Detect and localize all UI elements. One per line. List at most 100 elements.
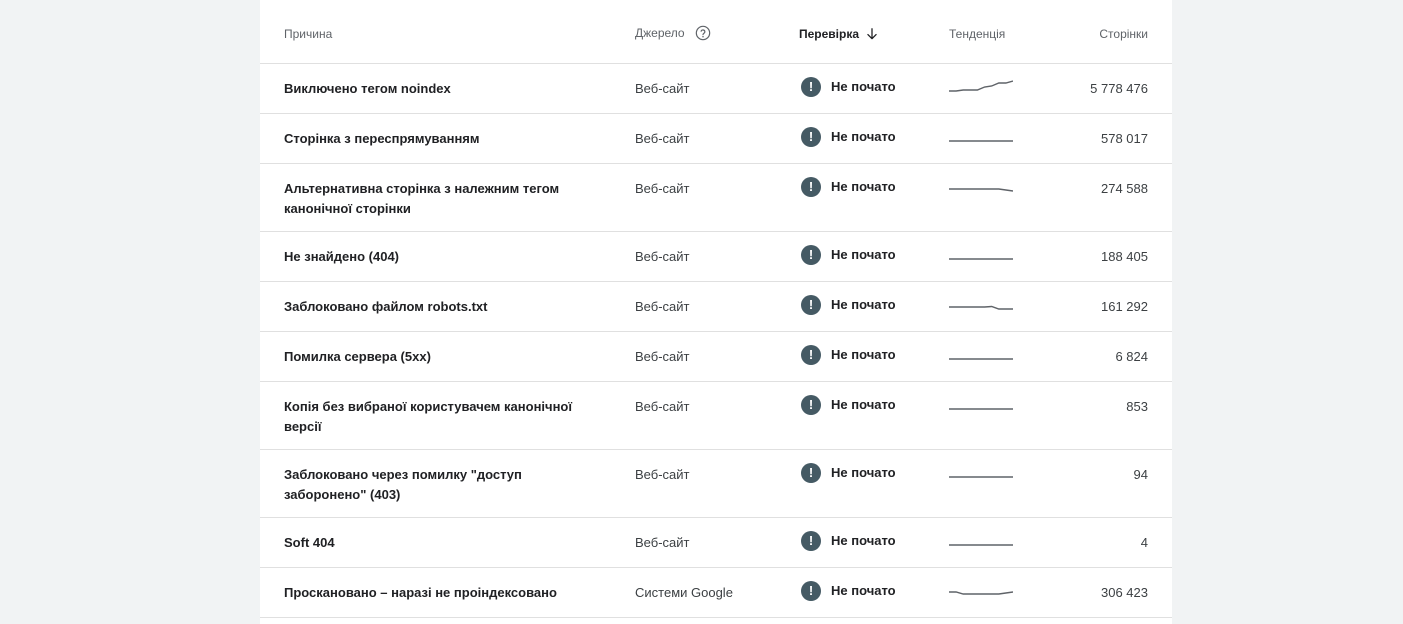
status-label: Не почато — [831, 297, 896, 312]
status-cell: ! Не почато — [801, 345, 896, 365]
table-row[interactable]: Проскановано – наразі не проіндексовано С… — [260, 568, 1172, 618]
column-header-pages[interactable]: Сторінки — [1099, 27, 1148, 41]
arrow-down-icon — [867, 28, 877, 40]
source-cell: Системи Google — [635, 585, 733, 600]
sparkline-chart — [949, 544, 1013, 546]
sparkline-line — [949, 305, 1013, 310]
help-circle-icon[interactable] — [695, 25, 711, 41]
source-cell: Веб-сайт — [635, 81, 690, 96]
exclamation-icon: ! — [801, 463, 821, 483]
table-row[interactable]: Копія без вибраної користувачем канонічн… — [260, 382, 1172, 450]
sparkline-line — [949, 591, 1013, 595]
status-cell: ! Не почато — [801, 177, 896, 197]
column-header-reason[interactable]: Причина — [284, 27, 332, 41]
sparkline-chart — [949, 305, 1013, 310]
pages-count-cell: 853 — [1126, 399, 1148, 414]
table-row[interactable]: Помилка сервера (5xx) Веб-сайт! Не почато 6… — [260, 332, 1172, 382]
table-body: Виключено тегом noindex Веб-сайт! Не почат… — [260, 64, 1172, 618]
reason-cell: Сторінка з переспрямуванням — [284, 131, 480, 146]
table-row[interactable]: Виключено тегом noindex Веб-сайт! Не почат… — [260, 64, 1172, 114]
trend-sparkline — [949, 390, 1013, 412]
trend-sparkline — [949, 122, 1013, 144]
trend-sparkline — [949, 340, 1013, 362]
trend-sparkline — [949, 458, 1013, 480]
table-row[interactable]: Сторінка з переспрямуванням Веб-сайт! Не п… — [260, 114, 1172, 164]
pages-count-cell: 161 292 — [1101, 299, 1148, 314]
reason-cell: Не знайдено (404) — [284, 249, 400, 264]
sparkline-chart — [949, 408, 1013, 410]
reason-cell: Soft 404 — [284, 535, 335, 550]
status-cell: ! Не почато — [801, 245, 896, 265]
status-label: Не почато — [831, 347, 896, 362]
status-cell: ! Не почато — [801, 77, 896, 97]
status-label: Не почато — [831, 129, 896, 144]
reason-cell: Помилка сервера (5xx) — [284, 349, 431, 364]
pages-count-cell: 5 778 476 — [1090, 81, 1148, 96]
column-header-check[interactable]: Перевірка — [799, 27, 879, 41]
status-label: Не почато — [831, 465, 896, 480]
reason-cell: Проскановано – наразі не проіндексовано — [284, 585, 557, 600]
trend-sparkline — [949, 526, 1013, 548]
source-cell: Веб-сайт — [635, 467, 690, 482]
column-header-source[interactable]: Джерело — [635, 25, 711, 41]
exclamation-icon: ! — [801, 345, 821, 365]
status-cell: ! Не почато — [801, 581, 896, 601]
status-cell: ! Не почато — [801, 531, 896, 551]
column-header-trend: Тенденція — [949, 27, 1006, 41]
status-cell: ! Не почато — [801, 463, 896, 483]
reason-cell: Заблоковано файлом robots.txt — [284, 299, 488, 314]
column-header-check-label: Перевірка — [799, 27, 860, 41]
status-label: Не почато — [831, 533, 896, 548]
sparkline-chart — [949, 188, 1013, 192]
trend-sparkline — [949, 72, 1013, 94]
status-cell: ! Не почато — [801, 127, 896, 147]
column-header-source-label: Джерело — [635, 26, 685, 40]
reason-cell: Копія без вибраної користувачем канонічн… — [284, 399, 573, 434]
status-cell: ! Не почато — [801, 395, 896, 415]
pages-count-cell: 578 017 — [1101, 131, 1148, 146]
status-label: Не почато — [831, 247, 896, 262]
source-cell: Веб-сайт — [635, 399, 690, 414]
sparkline-chart — [949, 140, 1013, 142]
table-row[interactable]: Альтернативна сторінка з належним тегом … — [260, 164, 1172, 232]
pages-count-cell: 274 588 — [1101, 181, 1148, 196]
exclamation-icon: ! — [801, 395, 821, 415]
sparkline-line — [949, 80, 1013, 92]
trend-sparkline — [949, 240, 1013, 262]
source-cell: Веб-сайт — [635, 181, 690, 196]
reason-cell: Виключено тегом noindex — [284, 81, 451, 96]
exclamation-icon: ! — [801, 295, 821, 315]
pages-count-cell: 94 — [1133, 467, 1148, 482]
trend-sparkline — [949, 576, 1013, 598]
sparkline-chart — [949, 476, 1013, 478]
sparkline-chart — [949, 358, 1013, 360]
status-label: Не почато — [831, 583, 896, 598]
exclamation-icon: ! — [801, 245, 821, 265]
trend-sparkline — [949, 172, 1013, 194]
sparkline-chart — [949, 80, 1013, 92]
table-row[interactable]: Soft 404 Веб-сайт ! Не почато 4 — [260, 518, 1172, 568]
exclamation-icon: ! — [801, 127, 821, 147]
exclamation-icon: ! — [801, 581, 821, 601]
status-cell: ! Не почато — [801, 295, 896, 315]
pages-count-cell: 6 824 — [1115, 349, 1148, 364]
source-cell: Веб-сайт — [635, 299, 690, 314]
reason-cell: Альтернативна сторінка з належним тегом … — [284, 181, 560, 216]
trend-sparkline — [949, 290, 1013, 312]
table-row[interactable]: Не знайдено (404) Веб-сайт! Не почато 188 4… — [260, 232, 1172, 282]
reason-cell: Заблоковано через помилку "доступ заборо… — [284, 467, 522, 502]
exclamation-icon: ! — [801, 77, 821, 97]
table-row[interactable]: Заблоковано через помилку "доступ заборо… — [260, 450, 1172, 518]
exclamation-icon: ! — [801, 177, 821, 197]
sparkline-chart — [949, 591, 1013, 595]
issues-table: Причина Джерело Перевірка Тенденція Стор… — [260, 0, 1172, 624]
status-label: Не почато — [831, 397, 896, 412]
source-cell: Веб-сайт — [635, 349, 690, 364]
source-cell: Веб-сайт — [635, 249, 690, 264]
pages-count-cell: 4 — [1140, 535, 1148, 550]
source-cell: Веб-сайт — [635, 131, 690, 146]
table-row[interactable]: Заблоковано файлом robots.txt Веб-сайт! Не… — [260, 282, 1172, 332]
pages-count-cell: 306 423 — [1101, 585, 1148, 600]
source-cell: Веб-сайт — [635, 535, 690, 550]
status-label: Не почато — [831, 79, 896, 94]
